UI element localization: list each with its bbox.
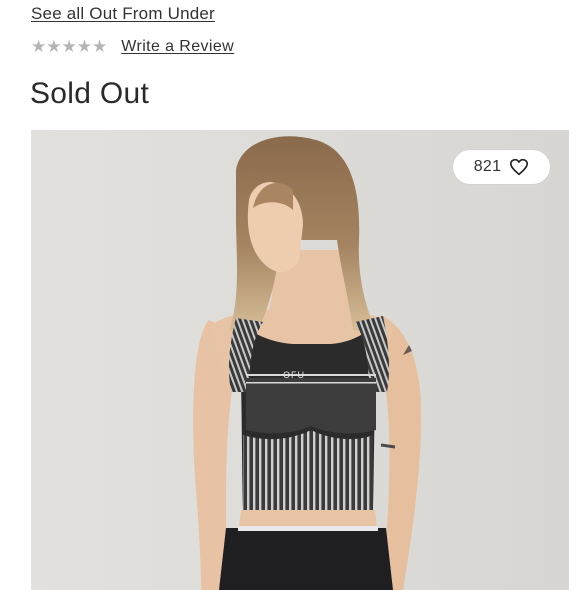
star-icon: ★	[92, 37, 108, 56]
star-icon: ★	[61, 37, 77, 56]
heart-outline-icon	[510, 158, 529, 176]
star-icon: ★	[76, 37, 92, 56]
star-icon: ★	[31, 37, 47, 56]
ofu-logo: OFU	[283, 370, 305, 380]
see-all-brand-link[interactable]: See all Out From Under	[31, 4, 215, 24]
like-count: 821	[473, 158, 502, 175]
rating-row: ★ ★ ★ ★ ★ Write a Review	[31, 37, 234, 57]
like-button[interactable]: 821	[453, 150, 550, 184]
availability-status: Sold Out	[30, 77, 150, 110]
product-image[interactable]: OFU	[31, 130, 569, 590]
star-icon: ★	[46, 37, 62, 56]
star-rating[interactable]: ★ ★ ★ ★ ★	[31, 37, 107, 57]
model-photo	[31, 130, 569, 590]
write-review-link[interactable]: Write a Review	[121, 38, 234, 56]
